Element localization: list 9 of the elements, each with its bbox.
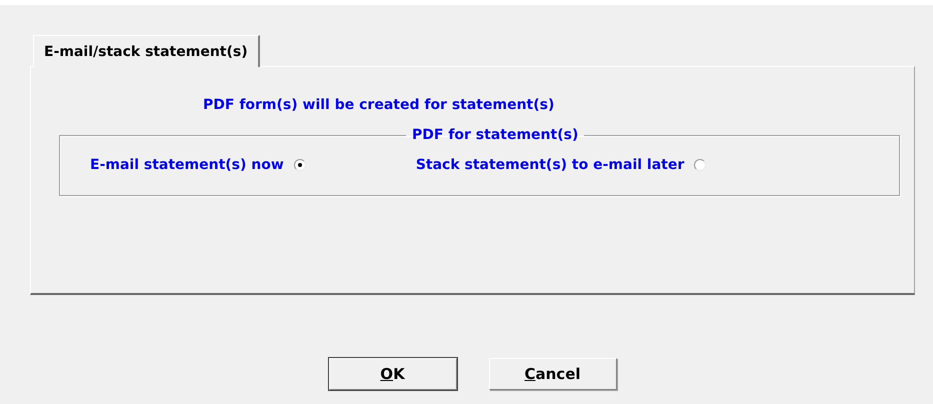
group-title: PDF for statement(s) — [411, 127, 580, 143]
option-label: Stack statement(s) to e-mail later — [416, 157, 684, 173]
cancel-button[interactable]: Cancel — [488, 358, 616, 390]
radio-button[interactable] — [694, 159, 706, 171]
ok-button[interactable]: OK — [328, 358, 456, 390]
info-message: PDF form(s) will be created for statement(s) — [203, 97, 556, 113]
option-label: E-mail statement(s) now — [90, 157, 284, 173]
tab[interactable]: E-mail/stack statement(s) — [33, 35, 260, 67]
radio-button[interactable] — [294, 159, 306, 171]
